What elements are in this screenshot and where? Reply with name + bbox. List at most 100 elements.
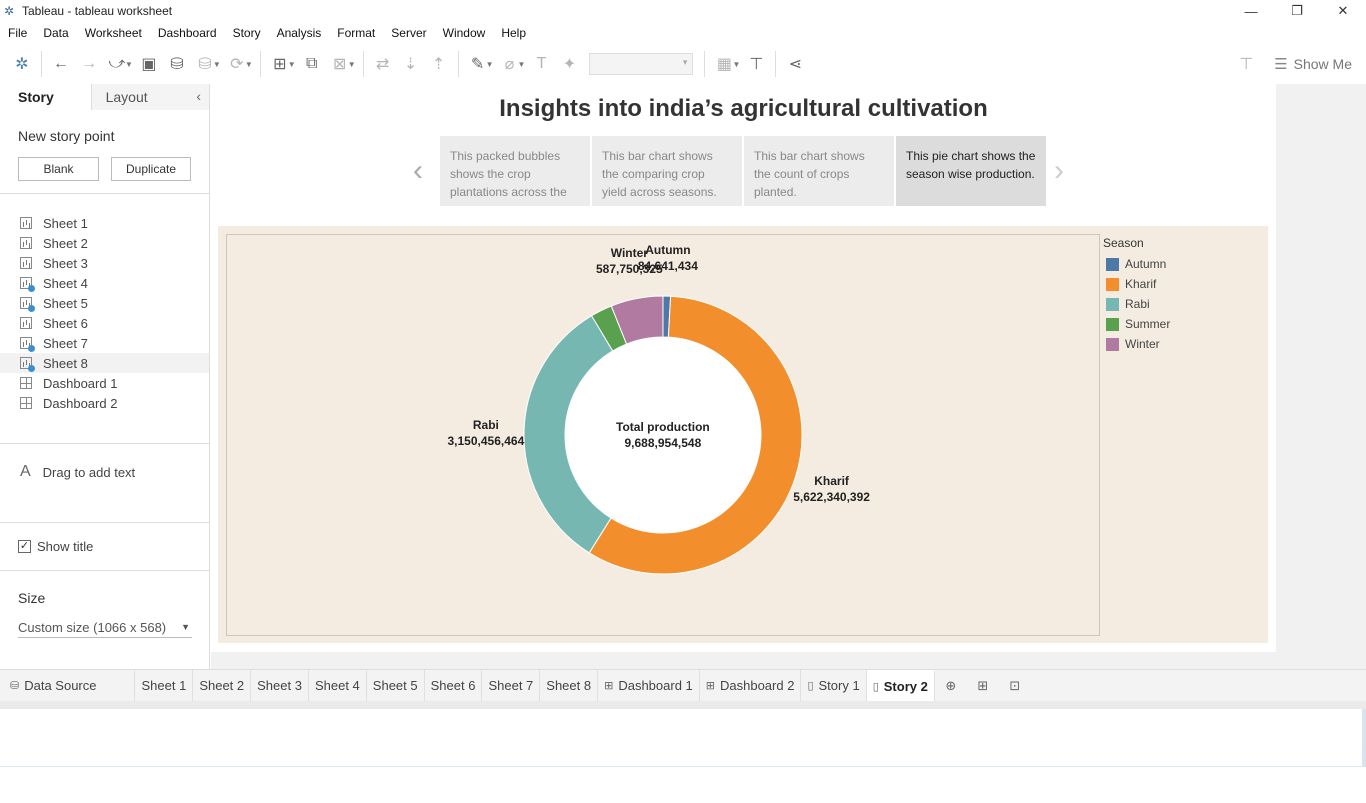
story-point-3[interactable]: This bar chart shows the count of crops … [744, 136, 894, 206]
sort-descending-icon[interactable]: ⇡ [425, 50, 453, 78]
sheet-tab[interactable]: ▯ Story 2 [866, 670, 935, 701]
menu-server[interactable]: Server [383, 26, 434, 40]
legend-item[interactable]: Rabi [1103, 294, 1170, 314]
sheet-tab[interactable]: Sheet 5 [367, 670, 425, 701]
new-worksheet-tab-icon[interactable]: ⊕ [935, 670, 967, 701]
sheet-tab[interactable]: Sheet 7 [482, 670, 541, 701]
highlight-dropdown-icon[interactable]: ▼ [486, 60, 494, 69]
story-point-4[interactable]: This pie chart shows the season wise pro… [896, 136, 1046, 206]
legend-item[interactable]: Summer [1103, 314, 1170, 334]
tab-story[interactable]: Story [0, 84, 92, 110]
share-icon[interactable]: ⋖ [781, 50, 809, 78]
sheet-list-item[interactable]: Sheet 6 [0, 313, 209, 333]
tab-layout[interactable]: Layout ‹ [91, 84, 209, 110]
menu-worksheet[interactable]: Worksheet [77, 26, 150, 40]
story-point-2[interactable]: This bar chart shows the comparing crop … [592, 136, 742, 206]
undo-icon[interactable]: ← [47, 50, 75, 78]
legend-item[interactable]: Autumn [1103, 254, 1170, 274]
menu-data[interactable]: Data [35, 26, 76, 40]
menu-file[interactable]: File [0, 26, 35, 40]
center-label: Total production 9,688,954,548 [616, 419, 710, 451]
blank-button[interactable]: Blank [18, 157, 99, 181]
sort-ascending-icon[interactable]: ⇣ [397, 50, 425, 78]
sheet-tab[interactable]: ⊞ Dashboard 2 [700, 670, 802, 701]
sheet-tab[interactable]: Sheet 4 [309, 670, 367, 701]
pause-dropdown-icon[interactable]: ▼ [213, 60, 221, 69]
sheet-tab[interactable]: ⛁ Data Source [4, 670, 136, 701]
close-button[interactable]: ✕ [1320, 0, 1366, 22]
sheet-tab[interactable]: Sheet 1 [135, 670, 194, 701]
used-check-icon [28, 305, 35, 312]
legend-item[interactable]: Winter [1103, 334, 1170, 354]
story-icon: ▯ [872, 681, 879, 693]
divider [0, 570, 209, 571]
dashboard-icon: ⊞ [705, 680, 715, 692]
collapse-pane-icon[interactable]: ‹ [196, 88, 201, 104]
menu-story[interactable]: Story [225, 26, 269, 40]
minimize-button[interactable]: — [1228, 0, 1274, 22]
toolbar-separator [457, 51, 459, 77]
slice-label-name: Winter [610, 246, 648, 261]
story-point-1[interactable]: This packed bubbles shows the crop plant… [440, 136, 590, 206]
new-story-tab-icon[interactable]: ⊡ [999, 670, 1031, 701]
size-select[interactable]: Custom size (1066 x 568) ▼ [18, 618, 192, 638]
replay-dropdown-icon[interactable]: ▼ [125, 60, 133, 69]
fit-select[interactable] [589, 53, 694, 75]
menu-analysis[interactable]: Analysis [269, 26, 330, 40]
swap-icon[interactable]: ⇄ [369, 50, 397, 78]
menu-help[interactable]: Help [493, 26, 534, 40]
sheet-tab[interactable]: ⊞ Dashboard 1 [598, 670, 700, 701]
tableau-home-icon[interactable]: ✲ [8, 50, 36, 78]
checkbox-checked-icon: ✓ [18, 540, 31, 553]
worksheet-icon [20, 337, 35, 352]
sheet-list-item[interactable]: Sheet 1 [0, 213, 209, 233]
legend-swatch [1106, 337, 1119, 351]
redo-icon[interactable]: → [75, 50, 103, 78]
sheet-list-item[interactable]: Sheet 3 [0, 253, 209, 273]
sheet-list-item[interactable]: Sheet 2 [0, 233, 209, 253]
drag-text-item[interactable]: A Drag to add text [20, 463, 135, 481]
duplicate-button[interactable]: Duplicate [111, 157, 191, 181]
new-datasource-icon[interactable]: ⛁ [163, 50, 191, 78]
sheet-tab[interactable]: Sheet 8 [540, 670, 599, 701]
labels-icon[interactable]: T [527, 50, 555, 78]
duplicate-sheet-icon[interactable]: ⧉ [298, 50, 326, 78]
sheet-list-item[interactable]: Sheet 8 [0, 353, 209, 373]
story-frame: Insights into india’s agricultural culti… [211, 84, 1276, 652]
refresh-dropdown-icon[interactable]: ▼ [245, 60, 253, 69]
sheet-list-item[interactable]: Sheet 7 [0, 333, 209, 353]
presentation-mode-icon[interactable]: ⊤ [742, 50, 770, 78]
menu-dashboard[interactable]: Dashboard [150, 26, 225, 40]
size-label: Size [18, 590, 46, 606]
sheet-list-item[interactable]: Dashboard 1 [0, 373, 209, 393]
next-story-point-icon[interactable]: › [1054, 154, 1064, 188]
save-icon[interactable]: ▣ [135, 50, 163, 78]
pin-icon[interactable]: ✦ [555, 50, 583, 78]
menu-window[interactable]: Window [435, 26, 494, 40]
story-title[interactable]: Insights into india’s agricultural culti… [211, 95, 1276, 123]
sheet-list-item[interactable]: Sheet 5 [0, 293, 209, 313]
sheet-tab[interactable]: Sheet 2 [193, 670, 252, 701]
sheet-tab[interactable]: Sheet 6 [425, 670, 483, 701]
sheet-list-item[interactable]: Sheet 4 [0, 273, 209, 293]
menu-format[interactable]: Format [329, 26, 383, 40]
format-painter-icon[interactable]: ⊤ [1232, 50, 1260, 78]
window-controls: — ❐ ✕ [1228, 0, 1366, 22]
show-me-button[interactable]: ☰ Show Me [1274, 55, 1352, 73]
sheet-list-item[interactable]: Dashboard 2 [0, 393, 209, 413]
new-dashboard-tab-icon[interactable]: ⊞ [967, 670, 999, 701]
show-title-checkbox[interactable]: ✓ Show title [18, 539, 93, 554]
show-cards-dropdown-icon[interactable]: ▼ [732, 60, 740, 69]
toolbar-separator [362, 51, 364, 77]
worksheet-icon [20, 257, 32, 269]
legend-item[interactable]: Kharif [1103, 274, 1170, 294]
sheet-tab[interactable]: ▯ Story 1 [801, 670, 867, 701]
previous-story-point-icon[interactable]: ‹ [413, 154, 423, 188]
clear-dropdown-icon[interactable]: ▼ [348, 60, 356, 69]
new-worksheet-dropdown-icon[interactable]: ▼ [288, 60, 296, 69]
sheet-tab[interactable]: Sheet 3 [251, 670, 309, 701]
used-check-icon [28, 345, 35, 352]
group-dropdown-icon[interactable]: ▼ [518, 60, 526, 69]
scrollbar[interactable] [1362, 709, 1366, 767]
restore-button[interactable]: ❐ [1274, 0, 1320, 22]
